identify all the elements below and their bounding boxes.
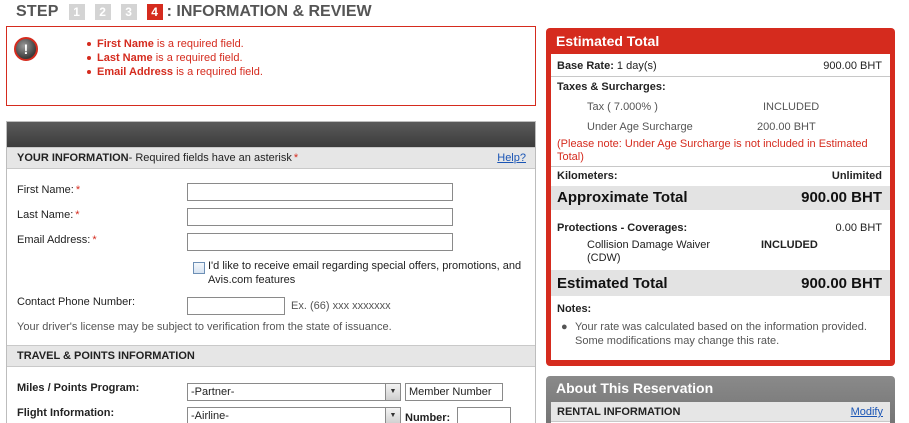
base-rate-row: Base Rate: 1 day(s) 900.00 BHT [557, 60, 882, 72]
member-number-input[interactable]: Member Number [405, 383, 503, 401]
chevron-down-icon: ▼ [385, 384, 400, 400]
rental-information-header: RENTAL INFORMATION Modify [551, 402, 890, 422]
flight-label: Flight Information: [17, 407, 115, 419]
step-1-indicator[interactable]: 1 [68, 4, 85, 20]
error-last-name: Last Name is a required field. [87, 51, 263, 65]
kilometers-row: Kilometers: Unlimited [557, 170, 882, 182]
step-word: STEP [16, 3, 59, 20]
number-label: Number: [405, 412, 451, 423]
about-reservation-panel: About This Reservation RENTAL INFORMATIO… [546, 376, 895, 423]
offers-checkbox[interactable] [193, 262, 205, 274]
panel-cap [7, 122, 535, 147]
step-3-indicator[interactable]: 3 [120, 4, 137, 20]
cdw-label: Collision Damage Waiver (CDW) [587, 239, 711, 264]
about-body: RENTAL INFORMATION Modify [551, 402, 890, 423]
last-name-label: Last Name: * [17, 209, 80, 221]
estimated-total-panel: Estimated Total Base Rate: 1 day(s) 900.… [546, 28, 895, 366]
divider [551, 166, 890, 167]
error-box: ! First Name is a required field. Last N… [6, 26, 536, 106]
notes-label: Notes: [557, 303, 592, 315]
error-email: Email Address is a required field. [87, 65, 263, 79]
tax-row: Tax ( 7.000% ) INCLUDED [587, 101, 820, 113]
underage-row: Under Age Surcharge 200.00 BHT [587, 121, 816, 133]
step-header: STEP 1 2 3 4 : INFORMATION & REVIEW [16, 1, 372, 23]
chevron-down-icon: ▼ [385, 408, 400, 423]
step-4-indicator: 4 [146, 4, 163, 20]
last-name-input[interactable] [187, 208, 453, 226]
your-information-header: YOUR INFORMATION - Required fields have … [7, 147, 535, 169]
estimate-title: Estimated Total [556, 33, 660, 49]
partner-select[interactable]: -Partner- ▼ [187, 383, 401, 401]
about-title: About This Reservation [556, 380, 714, 396]
first-name-label: First Name: * [17, 184, 81, 196]
help-link[interactable]: Help? [497, 152, 526, 164]
email-field[interactable] [187, 233, 453, 251]
offers-label: I'd like to receive email regarding spec… [208, 260, 522, 286]
error-list: First Name is a required field. Last Nam… [87, 37, 263, 79]
error-icon: ! [14, 37, 38, 61]
estimate-body: Base Rate: 1 day(s) 900.00 BHT Taxes & S… [551, 54, 890, 360]
email-label: Email Address: * [17, 234, 97, 246]
divider [551, 76, 890, 77]
estimated-total-row: Estimated Total 900.00 BHT [557, 275, 882, 292]
step-title: : INFORMATION & REVIEW [166, 3, 372, 20]
modify-link[interactable]: Modify [851, 406, 883, 418]
cdw-value: INCLUDED [761, 239, 818, 251]
phone-label: Contact Phone Number: [17, 296, 136, 308]
flight-number-input[interactable] [457, 407, 511, 423]
protections-row: Protections - Coverages: 0.00 BHT [557, 222, 882, 234]
approximate-total-row: Approximate Total 900.00 BHT [557, 189, 882, 206]
taxes-label: Taxes & Surcharges: [557, 81, 666, 93]
travel-points-header: TRAVEL & POINTS INFORMATION [7, 345, 535, 367]
note-text: ● Your rate was calculated based on the … [561, 321, 867, 347]
error-first-name: First Name is a required field. [87, 37, 263, 51]
miles-label: Miles / Points Program: [17, 382, 140, 394]
step-2-indicator[interactable]: 2 [94, 4, 111, 20]
airline-select[interactable]: -Airline- ▼ [187, 407, 401, 423]
first-name-input[interactable] [187, 183, 453, 201]
license-note: Your driver's license may be subject to … [17, 321, 392, 333]
information-panel: YOUR INFORMATION - Required fields have … [6, 121, 536, 423]
underage-note: (Please note: Under Age Surcharge is not… [557, 138, 868, 163]
phone-input[interactable] [187, 297, 285, 315]
phone-hint: Ex. (66) xxx xxxxxxx [291, 300, 391, 312]
